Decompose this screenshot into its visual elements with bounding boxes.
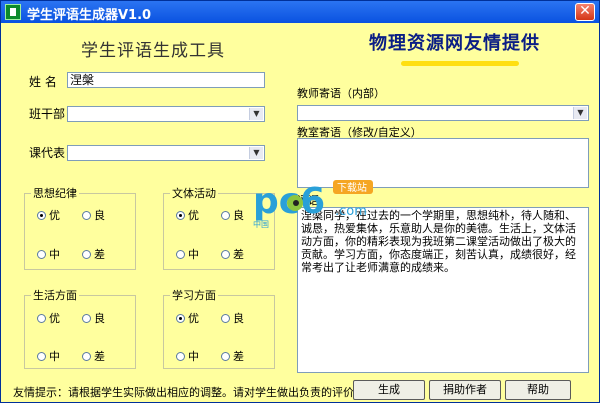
radio-life-average[interactable]: 中 <box>37 348 60 364</box>
radio-thought-good[interactable]: 良 <box>82 207 105 223</box>
title-bar[interactable]: 学生评语生成器V1.0 ✕ <box>1 1 599 23</box>
watermark-cn: 中国 <box>253 219 269 229</box>
radio-thought-poor[interactable]: 差 <box>82 246 105 262</box>
app-window: 学生评语生成器V1.0 ✕ 学生评语生成工具 物理资源网友情提供 姓 名 涅槃 … <box>0 0 600 403</box>
radio-dot[interactable] <box>221 249 230 259</box>
donate-button[interactable]: 捐助作者 <box>429 380 501 400</box>
chevron-down-icon[interactable]: ▼ <box>249 108 263 120</box>
radio-literary-average[interactable]: 中 <box>176 246 199 262</box>
radio-thought-excellent[interactable]: 优 <box>37 207 60 223</box>
footer-tip: 友情提示：请根据学生实际做出相应的调整。请对学生做出负责的评价。 <box>13 386 365 399</box>
radio-literary-good[interactable]: 良 <box>221 207 244 223</box>
class-cadre-label: 班干部 <box>29 107 66 121</box>
radio-dot[interactable] <box>37 249 46 259</box>
group-study: 学习方面 优 良 中 差 <box>163 287 275 369</box>
banner-underline <box>401 61 519 66</box>
app-title: 学生评语生成工具 <box>81 41 225 61</box>
teacher-message-select[interactable]: ▼ <box>297 105 589 121</box>
radio-literary-excellent[interactable]: 优 <box>176 207 199 223</box>
radio-dot[interactable] <box>82 210 91 220</box>
group-literary-title: 文体活动 <box>170 185 218 201</box>
sponsor-banner: 物理资源网友情提供 <box>369 33 540 54</box>
app-icon <box>5 4 21 20</box>
group-thought-title: 思想纪律 <box>31 185 79 201</box>
radio-life-excellent[interactable]: 优 <box>37 310 60 326</box>
course-rep-select[interactable]: ▼ <box>67 145 265 161</box>
course-rep-label: 课代表 <box>29 146 66 160</box>
comment-textarea[interactable]: 涅槃同学，在过去的一个学期里，思想纯朴，待人随和、诚恳，热爱集体，乐意助人是你的… <box>297 207 589 373</box>
help-button[interactable]: 帮助 <box>505 380 571 400</box>
radio-study-poor[interactable]: 差 <box>221 348 244 364</box>
radio-dot[interactable] <box>82 313 91 323</box>
radio-dot[interactable] <box>176 249 185 259</box>
group-life-title: 生活方面 <box>31 287 79 303</box>
radio-dot[interactable] <box>176 351 185 361</box>
watermark-url: .com <box>335 204 367 219</box>
radio-dot[interactable] <box>37 351 46 361</box>
name-label: 姓 名 <box>29 75 57 89</box>
window-title: 学生评语生成器V1.0 <box>27 8 152 23</box>
radio-study-excellent[interactable]: 优 <box>176 310 199 326</box>
radio-dot[interactable] <box>37 313 46 323</box>
chevron-down-icon[interactable]: ▼ <box>573 107 587 119</box>
radio-dot[interactable] <box>221 351 230 361</box>
radio-study-good[interactable]: 良 <box>221 310 244 326</box>
group-life: 生活方面 优 良 中 差 <box>24 287 136 369</box>
radio-dot[interactable] <box>221 210 230 220</box>
radio-dot[interactable] <box>37 210 46 220</box>
close-button[interactable]: ✕ <box>575 3 595 21</box>
radio-dot[interactable] <box>176 210 185 220</box>
generate-button[interactable]: 生成 <box>353 380 425 400</box>
teacher-message-label: 教师寄语（内部） <box>297 87 385 100</box>
pc6-watermark-logo: pc6 下载站 .com 中国 <box>253 180 373 229</box>
radio-life-good[interactable]: 良 <box>82 310 105 326</box>
chevron-down-icon[interactable]: ▼ <box>249 147 263 159</box>
radio-thought-average[interactable]: 中 <box>37 246 60 262</box>
watermark-tag: 下载站 <box>337 181 367 194</box>
radio-life-poor[interactable]: 差 <box>82 348 105 364</box>
radio-dot[interactable] <box>82 249 91 259</box>
radio-dot[interactable] <box>82 351 91 361</box>
group-study-title: 学习方面 <box>170 287 218 303</box>
radio-literary-poor[interactable]: 差 <box>221 246 244 262</box>
radio-study-average[interactable]: 中 <box>176 348 199 364</box>
name-input[interactable]: 涅槃 <box>67 72 265 88</box>
radio-dot[interactable] <box>221 313 230 323</box>
class-cadre-select[interactable]: ▼ <box>67 106 265 122</box>
radio-dot[interactable] <box>176 313 185 323</box>
group-thought: 思想纪律 优 良 中 差 <box>24 185 136 270</box>
